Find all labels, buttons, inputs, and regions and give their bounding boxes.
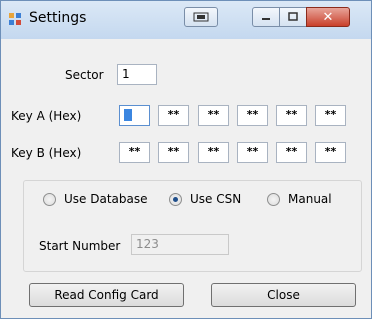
app-icon xyxy=(9,13,23,27)
title-bar: Settings ✕ xyxy=(1,1,371,39)
use-csn-label[interactable]: Use CSN xyxy=(190,192,241,206)
key-a-label: Key A (Hex) xyxy=(11,109,82,123)
use-csn-radio[interactable] xyxy=(169,193,182,206)
key-a-byte-4[interactable]: ** xyxy=(237,105,268,126)
key-a-byte-6[interactable]: ** xyxy=(315,105,346,126)
minimize-icon[interactable] xyxy=(252,7,280,27)
restore-icon[interactable] xyxy=(184,7,218,27)
key-b-byte-5[interactable]: ** xyxy=(276,142,307,163)
sector-label: Sector xyxy=(65,68,104,82)
sector-input[interactable]: 1 xyxy=(117,64,157,85)
key-a-byte-1[interactable] xyxy=(119,105,150,126)
text-caret xyxy=(124,109,132,121)
key-b-byte-6[interactable]: ** xyxy=(315,142,346,163)
key-b-byte-3[interactable]: ** xyxy=(198,142,229,163)
maximize-icon[interactable] xyxy=(279,7,307,27)
key-b-byte-2[interactable]: ** xyxy=(158,142,189,163)
key-a-byte-5[interactable]: ** xyxy=(276,105,307,126)
key-a-byte-2[interactable]: ** xyxy=(158,105,189,126)
close-button[interactable]: Close xyxy=(211,283,356,307)
use-database-label[interactable]: Use Database xyxy=(64,192,148,206)
manual-radio[interactable] xyxy=(267,193,280,206)
key-b-label: Key B (Hex) xyxy=(11,146,82,160)
key-b-byte-4[interactable]: ** xyxy=(237,142,268,163)
key-a-byte-3[interactable]: ** xyxy=(198,105,229,126)
settings-window: Settings ✕ Sector 1 Key A (Hex) ** ** **… xyxy=(0,0,372,319)
start-number-label: Start Number xyxy=(39,239,121,253)
close-icon[interactable]: ✕ xyxy=(306,7,350,27)
use-database-radio[interactable] xyxy=(43,193,56,206)
manual-label[interactable]: Manual xyxy=(288,192,332,206)
read-config-card-button[interactable]: Read Config Card xyxy=(29,283,184,307)
key-b-byte-1[interactable]: ** xyxy=(119,142,150,163)
window-title: Settings xyxy=(29,10,87,26)
start-number-input: 123 xyxy=(131,234,229,255)
